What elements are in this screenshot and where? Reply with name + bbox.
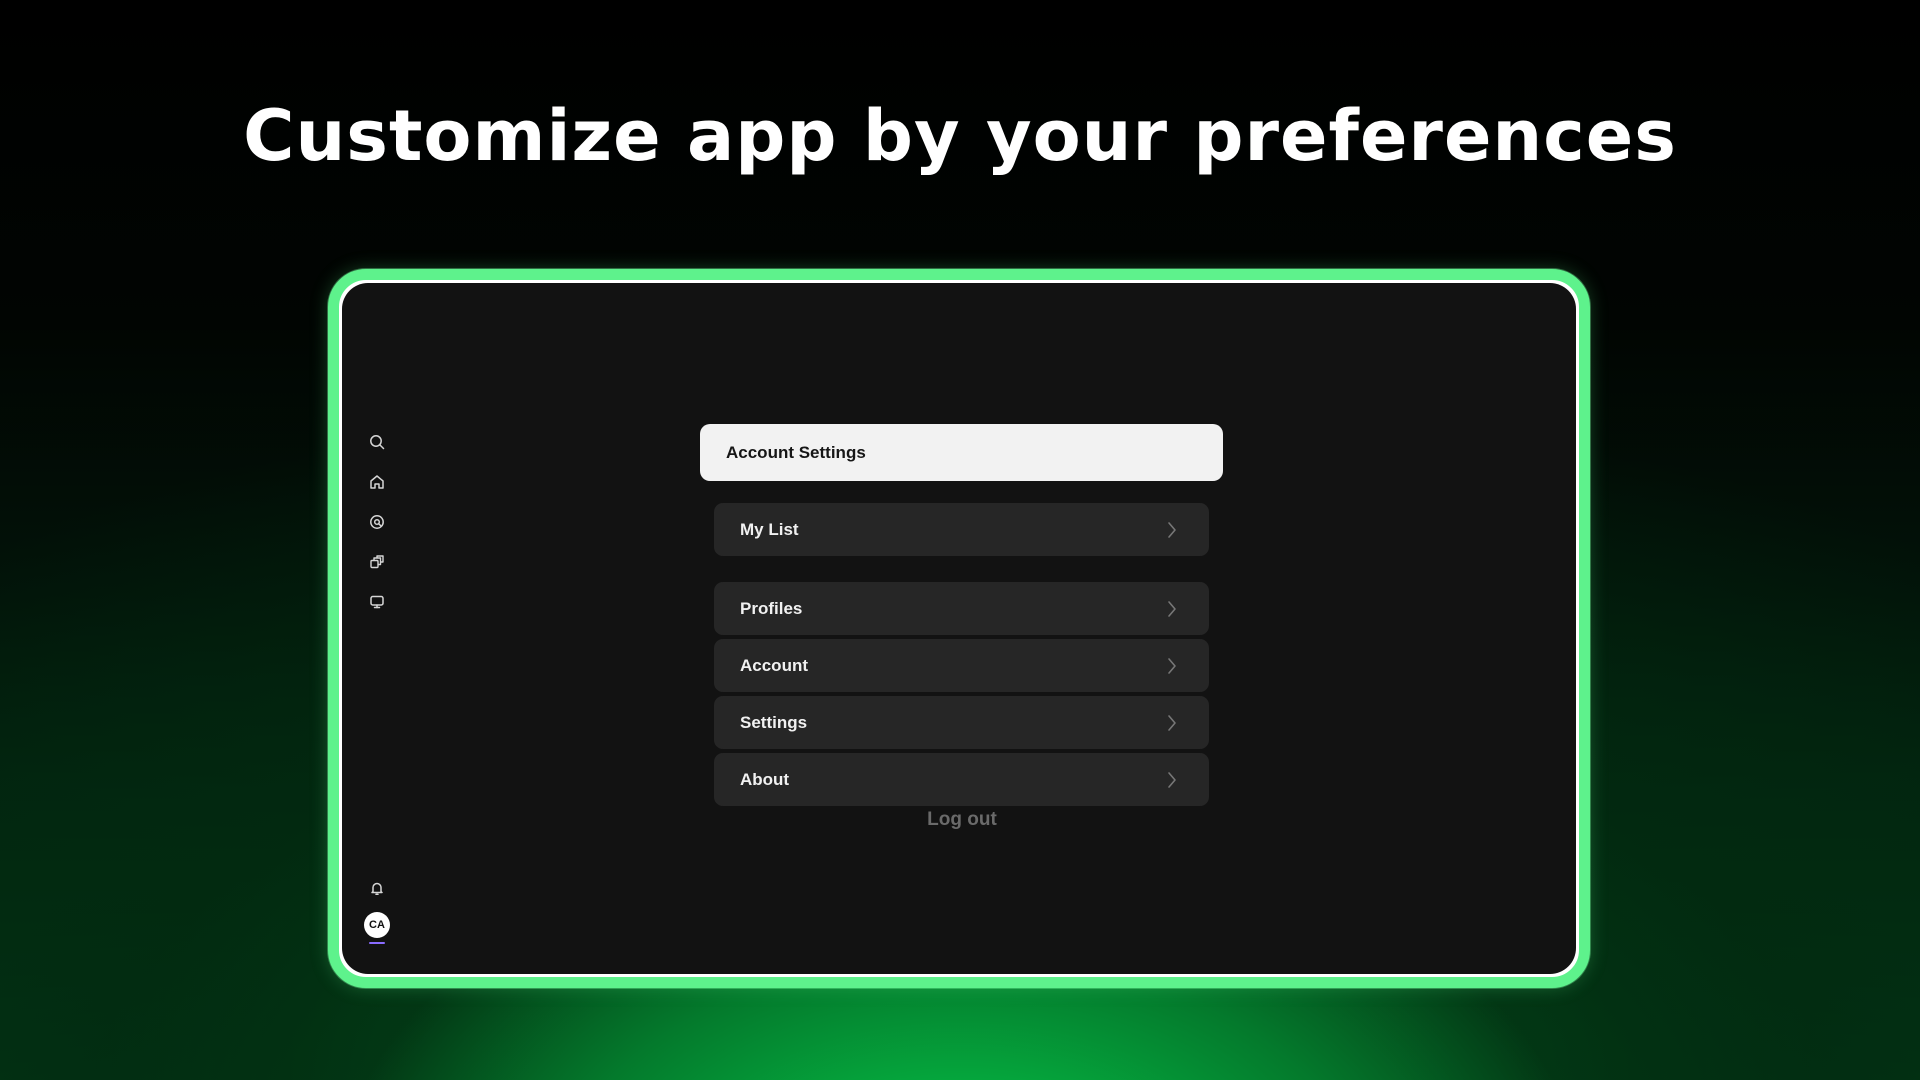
search-icon[interactable] <box>368 433 386 451</box>
app-screen: CA Account Settings My List Profiles Acc… <box>342 283 1576 974</box>
discover-icon[interactable] <box>368 513 386 531</box>
menu-item-profiles[interactable]: Profiles <box>714 582 1209 635</box>
home-icon[interactable] <box>368 473 386 491</box>
menu-item-my-list[interactable]: My List <box>714 503 1209 556</box>
logout-button[interactable]: Log out <box>812 807 1112 833</box>
menu-item-account[interactable]: Account <box>714 639 1209 692</box>
library-icon[interactable] <box>368 553 386 571</box>
avatar-active-indicator <box>369 942 385 944</box>
chevron-right-icon <box>1167 521 1177 539</box>
menu-item-label: My List <box>740 520 799 539</box>
chevron-right-icon <box>1167 771 1177 789</box>
menu-item-label: Settings <box>740 713 808 732</box>
avatar[interactable]: CA <box>364 912 390 938</box>
account-settings-header: Account Settings <box>700 424 1223 481</box>
device-frame: CA Account Settings My List Profiles Acc… <box>328 269 1590 988</box>
chevron-right-icon <box>1167 600 1177 618</box>
chevron-right-icon <box>1167 714 1177 732</box>
menu-item-label: About <box>740 770 790 789</box>
menu-item-label: Account <box>740 656 808 675</box>
bell-icon[interactable] <box>368 879 386 897</box>
page-headline: Customize app by your preferences <box>243 95 1677 177</box>
chevron-right-icon <box>1167 657 1177 675</box>
tv-icon[interactable] <box>368 593 386 611</box>
menu-item-about[interactable]: About <box>714 753 1209 806</box>
menu-item-settings[interactable]: Settings <box>714 696 1209 749</box>
menu-item-label: Profiles <box>740 599 803 618</box>
